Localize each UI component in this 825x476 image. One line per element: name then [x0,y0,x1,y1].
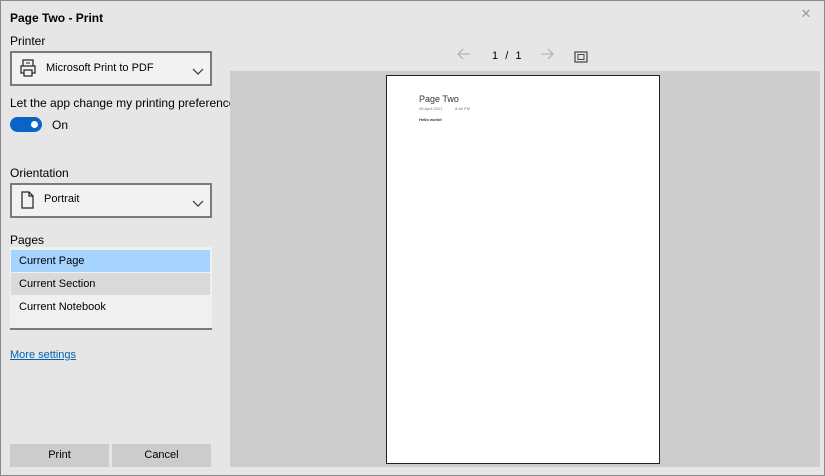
next-page-icon[interactable] [540,48,554,63]
preferences-toggle[interactable] [10,117,42,132]
toggle-state-text: On [52,118,69,132]
chevron-down-icon [192,63,204,81]
pages-label: Pages [10,233,45,247]
page-total: 1 [515,50,522,62]
pages-option-current-notebook[interactable]: Current Notebook [11,296,210,318]
chevron-down-icon [192,195,204,213]
preview-page: Page Two 28 April 2021 8:46 PM Hello wor… [386,75,660,464]
print-preview-area: Page Two 28 April 2021 8:46 PM Hello wor… [230,71,820,467]
toggle-knob [31,121,38,128]
orientation-label: Orientation [10,166,69,180]
fit-page-icon[interactable] [574,51,588,66]
cancel-button[interactable]: Cancel [112,444,211,467]
pages-dropdown-list: Current Page Current Section Current Not… [10,247,212,330]
preview-doc-body: Hello world! [419,117,442,122]
portrait-page-icon [21,191,34,214]
previous-page-icon[interactable] [457,48,471,63]
more-settings-link[interactable]: More settings [10,349,76,361]
orientation-value: Portrait [44,193,80,205]
preferences-label: Let the app change my printing preferenc… [10,96,242,110]
close-icon[interactable]: ✕ [798,6,814,22]
preview-doc-time: 8:46 PM [455,106,470,111]
page-current: 1 [492,50,499,62]
page-counter: 1 / 1 [492,50,521,62]
printer-label: Printer [10,34,46,48]
printer-value: Microsoft Print to PDF [46,62,154,74]
pages-option-current-page[interactable]: Current Page [11,250,210,272]
printer-select[interactable]: Microsoft Print to PDF [10,51,212,86]
orientation-select[interactable]: Portrait [10,183,212,218]
print-dialog: Page Two - Print ✕ Printer Microsoft Pri… [0,0,825,476]
preview-doc-title: Page Two [419,94,459,104]
pages-option-current-section[interactable]: Current Section [11,273,210,295]
print-button[interactable]: Print [10,444,109,467]
printer-icon [20,59,36,82]
page-separator: / [505,50,509,62]
dialog-title: Page Two - Print [10,11,104,25]
preview-doc-date: 28 April 2021 [419,106,443,111]
